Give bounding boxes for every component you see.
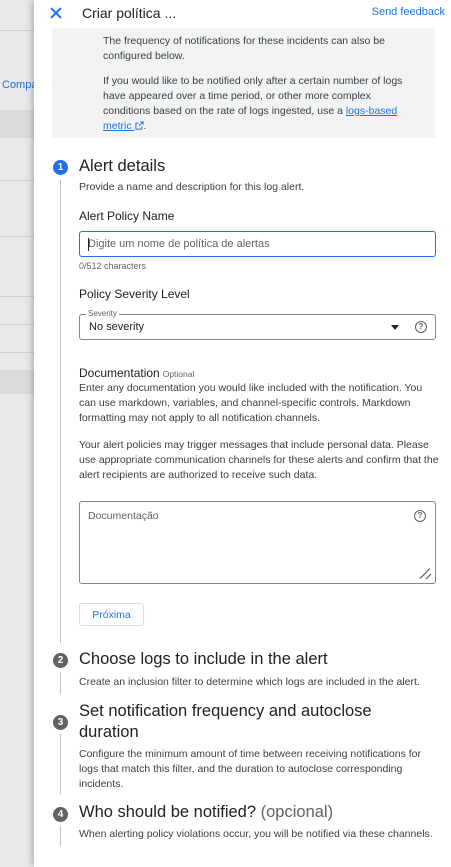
step-2-title[interactable]: Choose logs to include in the alert (79, 650, 328, 669)
dropdown-arrow-icon (391, 325, 399, 330)
optional-tag: (opcional) (260, 803, 334, 821)
documentation-help-text: Enter any documentation you would like i… (79, 382, 423, 424)
background-page: Compa (0, 0, 34, 867)
close-icon[interactable] (46, 3, 66, 23)
text-caret (88, 238, 89, 251)
step-3-title[interactable]: Set notification frequency and autoclose… (79, 701, 429, 743)
info-paragraph: If you would like to be notified only af… (103, 74, 421, 134)
step-2-description: Create an inclusion filter to determine … (79, 676, 420, 688)
step-connector-line (60, 734, 61, 794)
step-1-description: Provide a name and description for this … (79, 181, 305, 193)
step-1-title: Alert details (79, 157, 166, 175)
step-3-badge: 3 (53, 715, 68, 730)
step-4-description: When alerting policy violations occur, y… (79, 828, 433, 840)
background-link: Compa (2, 79, 34, 91)
panel-header: Criar política ... Send feedback (34, 0, 451, 26)
help-icon[interactable]: ? (415, 321, 427, 333)
create-policy-panel: Criar política ... Send feedback The fre… (34, 0, 451, 867)
resize-handle-icon[interactable] (419, 567, 431, 579)
step-connector-line (60, 180, 61, 643)
step-connector-line (60, 672, 61, 694)
background-divider (0, 236, 34, 237)
step-4-title-text: Who should be notified? (79, 803, 257, 821)
background-row-highlight (0, 370, 34, 394)
documentation-textarea[interactable]: Documentação ? (79, 501, 436, 584)
background-row-highlight (0, 110, 34, 138)
external-link-icon (134, 121, 144, 130)
severity-label: Policy Severity Level (79, 287, 190, 301)
info-text: . (143, 120, 147, 132)
step-3-description: Configure the minimum amount of time bet… (79, 748, 421, 790)
step-connector-line (60, 826, 61, 846)
documentation-placeholder: Documentação (88, 510, 159, 522)
policy-name-label: Alert Policy Name (79, 209, 175, 223)
next-button[interactable]: Próxima (79, 603, 144, 626)
background-divider (0, 324, 34, 325)
info-paragraph: The frequency of notifications for these… (103, 35, 385, 62)
step-1-badge: 1 (53, 160, 68, 175)
severity-value: No severity (89, 321, 145, 333)
panel-title: Criar política ... (82, 5, 177, 21)
optional-tag: Optional (162, 369, 195, 379)
policy-name-input[interactable] (79, 231, 436, 257)
step-4-title[interactable]: Who should be notified? (opcional) (79, 803, 333, 822)
info-box: The frequency of notifications for these… (52, 28, 435, 138)
documentation-title: Documentation (79, 366, 160, 380)
severity-field-label: Severity (86, 309, 119, 318)
privacy-notice: Your alert policies may trigger messages… (79, 439, 439, 481)
severity-select[interactable]: Severity No severity ? (79, 309, 436, 340)
send-feedback-link[interactable]: Send feedback (372, 6, 445, 18)
background-divider (0, 180, 34, 181)
char-count: 0/512 characters (79, 261, 147, 271)
documentation-label: Documentation Optional (79, 366, 194, 380)
background-divider (0, 352, 34, 353)
step-2-badge: 2 (53, 653, 68, 668)
background-divider (0, 30, 34, 31)
background-divider (0, 296, 34, 297)
step-4-badge: 4 (53, 807, 68, 822)
help-icon[interactable]: ? (414, 510, 426, 522)
